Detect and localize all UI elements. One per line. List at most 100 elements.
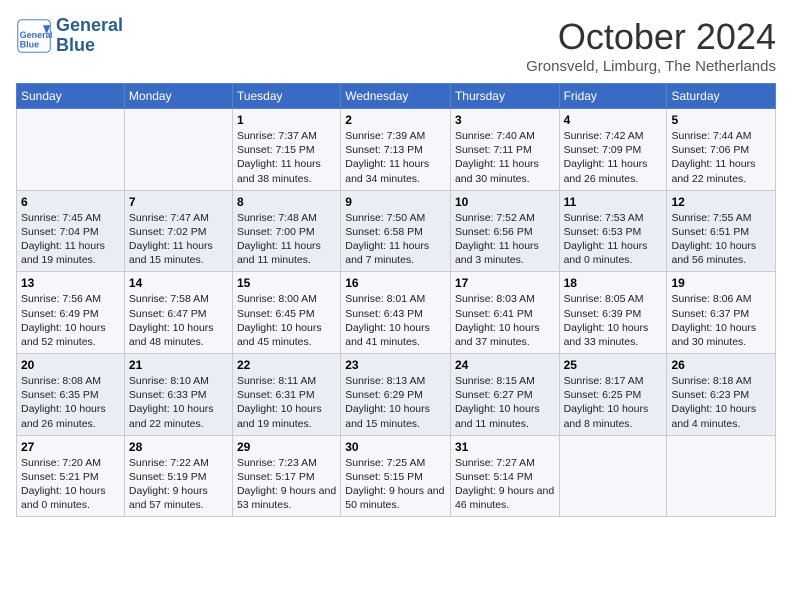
day-info: Sunrise: 7:58 AM Sunset: 6:47 PM Dayligh… bbox=[129, 292, 228, 349]
day-number: 18 bbox=[564, 276, 663, 290]
day-info: Sunrise: 8:15 AM Sunset: 6:27 PM Dayligh… bbox=[455, 374, 555, 431]
day-number: 20 bbox=[21, 358, 120, 372]
weekday-header: Sunday bbox=[17, 84, 125, 109]
day-number: 17 bbox=[455, 276, 555, 290]
day-info: Sunrise: 8:00 AM Sunset: 6:45 PM Dayligh… bbox=[237, 292, 336, 349]
calendar-cell bbox=[559, 435, 667, 517]
calendar-cell: 4 Sunrise: 7:42 AM Sunset: 7:09 PM Daylig… bbox=[559, 109, 667, 191]
calendar-cell: 2Sunrise: 7:39 AM Sunset: 7:13 PM Daylig… bbox=[341, 109, 451, 191]
day-number: 21 bbox=[129, 358, 228, 372]
day-info: Sunrise: 7:50 AM Sunset: 6:58 PM Dayligh… bbox=[345, 211, 446, 268]
day-number: 24 bbox=[455, 358, 555, 372]
day-info: Sunrise: 8:13 AM Sunset: 6:29 PM Dayligh… bbox=[345, 374, 446, 431]
calendar-cell: 17 Sunrise: 8:03 AM Sunset: 6:41 PM Dayli… bbox=[450, 272, 559, 354]
day-info: Sunrise: 8:05 AM Sunset: 6:39 PM Dayligh… bbox=[564, 292, 663, 349]
day-info: Sunrise: 8:11 AM Sunset: 6:31 PM Dayligh… bbox=[237, 374, 336, 431]
day-info: Sunrise: 8:06 AM Sunset: 6:37 PM Dayligh… bbox=[671, 292, 771, 349]
logo-line2: Blue bbox=[56, 36, 123, 56]
calendar-cell: 28 Sunrise: 7:22 AM Sunset: 5:19 PM Dayli… bbox=[124, 435, 232, 517]
weekday-header: Tuesday bbox=[232, 84, 340, 109]
day-number: 13 bbox=[21, 276, 120, 290]
calendar-cell: 6 Sunrise: 7:45 AM Sunset: 7:04 PM Daylig… bbox=[17, 190, 125, 272]
calendar-cell: 19Sunrise: 8:06 AM Sunset: 6:37 PM Dayli… bbox=[667, 272, 776, 354]
calendar-cell: 16Sunrise: 8:01 AM Sunset: 6:43 PM Dayli… bbox=[341, 272, 451, 354]
day-number: 27 bbox=[21, 440, 120, 454]
weekday-header: Wednesday bbox=[341, 84, 451, 109]
day-number: 9 bbox=[345, 195, 446, 209]
day-number: 29 bbox=[237, 440, 336, 454]
day-number: 26 bbox=[671, 358, 771, 372]
day-info: Sunrise: 7:37 AM Sunset: 7:15 PM Dayligh… bbox=[237, 129, 336, 186]
day-info: Sunrise: 7:53 AM Sunset: 6:53 PM Dayligh… bbox=[564, 211, 663, 268]
day-number: 23 bbox=[345, 358, 446, 372]
day-info: Sunrise: 7:39 AM Sunset: 7:13 PM Dayligh… bbox=[345, 129, 446, 186]
location: Gronsveld, Limburg, The Netherlands bbox=[526, 58, 776, 75]
logo: General Blue General Blue bbox=[16, 16, 123, 56]
day-info: Sunrise: 8:08 AM Sunset: 6:35 PM Dayligh… bbox=[21, 374, 120, 431]
day-info: Sunrise: 7:42 AM Sunset: 7:09 PM Dayligh… bbox=[564, 129, 663, 186]
calendar-cell: 1Sunrise: 7:37 AM Sunset: 7:15 PM Daylig… bbox=[232, 109, 340, 191]
calendar-cell bbox=[17, 109, 125, 191]
day-number: 10 bbox=[455, 195, 555, 209]
calendar-cell: 31 Sunrise: 7:27 AM Sunset: 5:14 PM Dayli… bbox=[450, 435, 559, 517]
day-info: Sunrise: 7:56 AM Sunset: 6:49 PM Dayligh… bbox=[21, 292, 120, 349]
calendar-cell: 14Sunrise: 7:58 AM Sunset: 6:47 PM Dayli… bbox=[124, 272, 232, 354]
weekday-header-row: SundayMondayTuesdayWednesdayThursdayFrid… bbox=[17, 84, 776, 109]
calendar-week-row: 27 Sunrise: 7:20 AM Sunset: 5:21 PM Dayli… bbox=[17, 435, 776, 517]
day-number: 11 bbox=[564, 195, 663, 209]
calendar-week-row: 1Sunrise: 7:37 AM Sunset: 7:15 PM Daylig… bbox=[17, 109, 776, 191]
calendar-cell: 9 Sunrise: 7:50 AM Sunset: 6:58 PM Daylig… bbox=[341, 190, 451, 272]
day-number: 4 bbox=[564, 113, 663, 127]
day-number: 15 bbox=[237, 276, 336, 290]
weekday-header: Thursday bbox=[450, 84, 559, 109]
day-number: 30 bbox=[345, 440, 446, 454]
day-info: Sunrise: 7:27 AM Sunset: 5:14 PM Dayligh… bbox=[455, 456, 555, 513]
day-info: Sunrise: 8:17 AM Sunset: 6:25 PM Dayligh… bbox=[564, 374, 663, 431]
calendar-cell: 10Sunrise: 7:52 AM Sunset: 6:56 PM Dayli… bbox=[450, 190, 559, 272]
day-info: Sunrise: 7:22 AM Sunset: 5:19 PM Dayligh… bbox=[129, 456, 228, 513]
logo-line1: General bbox=[56, 16, 123, 36]
day-info: Sunrise: 7:40 AM Sunset: 7:11 PM Dayligh… bbox=[455, 129, 555, 186]
day-info: Sunrise: 7:55 AM Sunset: 6:51 PM Dayligh… bbox=[671, 211, 771, 268]
day-number: 28 bbox=[129, 440, 228, 454]
calendar-cell bbox=[124, 109, 232, 191]
day-number: 12 bbox=[671, 195, 771, 209]
day-info: Sunrise: 8:18 AM Sunset: 6:23 PM Dayligh… bbox=[671, 374, 771, 431]
calendar-week-row: 6 Sunrise: 7:45 AM Sunset: 7:04 PM Daylig… bbox=[17, 190, 776, 272]
calendar-cell: 25 Sunrise: 8:17 AM Sunset: 6:25 PM Dayli… bbox=[559, 354, 667, 436]
title-block: October 2024 Gronsveld, Limburg, The Net… bbox=[526, 16, 776, 75]
day-info: Sunrise: 7:44 AM Sunset: 7:06 PM Dayligh… bbox=[671, 129, 771, 186]
logo-icon: General Blue bbox=[16, 18, 52, 54]
day-info: Sunrise: 8:03 AM Sunset: 6:41 PM Dayligh… bbox=[455, 292, 555, 349]
day-number: 7 bbox=[129, 195, 228, 209]
day-info: Sunrise: 7:20 AM Sunset: 5:21 PM Dayligh… bbox=[21, 456, 120, 513]
month-title: October 2024 bbox=[526, 16, 776, 58]
day-number: 8 bbox=[237, 195, 336, 209]
calendar-table: SundayMondayTuesdayWednesdayThursdayFrid… bbox=[16, 83, 776, 517]
calendar-cell: 29 Sunrise: 7:23 AM Sunset: 5:17 PM Dayli… bbox=[232, 435, 340, 517]
logo-text: General Blue bbox=[56, 16, 123, 56]
day-number: 22 bbox=[237, 358, 336, 372]
calendar-cell: 20 Sunrise: 8:08 AM Sunset: 6:35 PM Dayli… bbox=[17, 354, 125, 436]
calendar-cell: 15 Sunrise: 8:00 AM Sunset: 6:45 PM Dayli… bbox=[232, 272, 340, 354]
day-number: 5 bbox=[671, 113, 771, 127]
day-info: Sunrise: 7:23 AM Sunset: 5:17 PM Dayligh… bbox=[237, 456, 336, 513]
calendar-cell: 24 Sunrise: 8:15 AM Sunset: 6:27 PM Dayli… bbox=[450, 354, 559, 436]
day-info: Sunrise: 7:45 AM Sunset: 7:04 PM Dayligh… bbox=[21, 211, 120, 268]
weekday-header: Saturday bbox=[667, 84, 776, 109]
weekday-header: Friday bbox=[559, 84, 667, 109]
calendar-cell: 30Sunrise: 7:25 AM Sunset: 5:15 PM Dayli… bbox=[341, 435, 451, 517]
calendar-week-row: 13 Sunrise: 7:56 AM Sunset: 6:49 PM Dayli… bbox=[17, 272, 776, 354]
day-info: Sunrise: 8:10 AM Sunset: 6:33 PM Dayligh… bbox=[129, 374, 228, 431]
page-header: General Blue General Blue October 2024 G… bbox=[16, 16, 776, 75]
calendar-cell: 11 Sunrise: 7:53 AM Sunset: 6:53 PM Dayli… bbox=[559, 190, 667, 272]
calendar-cell: 22 Sunrise: 8:11 AM Sunset: 6:31 PM Dayli… bbox=[232, 354, 340, 436]
svg-text:Blue: Blue bbox=[20, 39, 40, 49]
calendar-cell: 27 Sunrise: 7:20 AM Sunset: 5:21 PM Dayli… bbox=[17, 435, 125, 517]
day-number: 25 bbox=[564, 358, 663, 372]
day-number: 3 bbox=[455, 113, 555, 127]
calendar-cell: 26 Sunrise: 8:18 AM Sunset: 6:23 PM Dayli… bbox=[667, 354, 776, 436]
day-number: 6 bbox=[21, 195, 120, 209]
calendar-cell: 7Sunrise: 7:47 AM Sunset: 7:02 PM Daylig… bbox=[124, 190, 232, 272]
day-number: 31 bbox=[455, 440, 555, 454]
